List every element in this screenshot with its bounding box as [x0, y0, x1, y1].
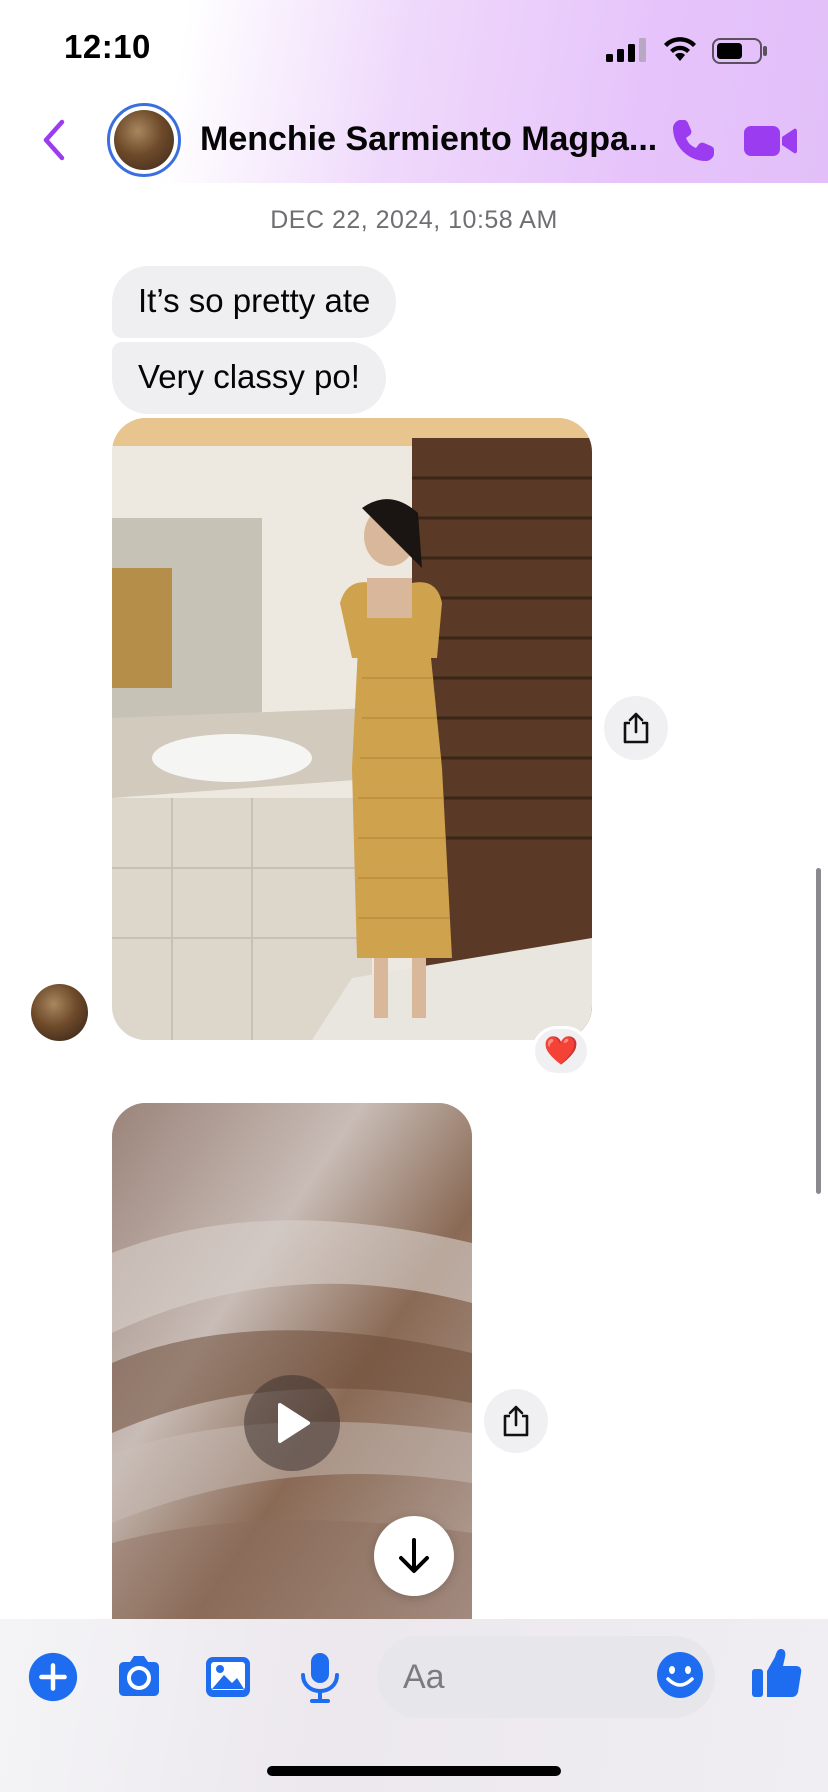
heart-reaction[interactable]: ❤️: [532, 1026, 590, 1076]
wifi-icon: [664, 37, 696, 61]
heart-reaction-emoji: ❤️: [543, 1035, 579, 1066]
back-button[interactable]: [36, 116, 72, 164]
phone-icon[interactable]: [668, 116, 718, 166]
photo-image: [112, 418, 592, 1040]
thumbs-up-icon[interactable]: [748, 1645, 804, 1701]
video-camera-icon[interactable]: [742, 120, 798, 162]
play-icon: [278, 1403, 310, 1443]
battery-icon: [712, 38, 767, 64]
plus-circle-icon[interactable]: [28, 1652, 78, 1702]
scrollbar[interactable]: [816, 868, 821, 1194]
message-bubble[interactable]: Very classy po!: [112, 342, 386, 414]
home-indicator[interactable]: [267, 1766, 561, 1776]
share-button[interactable]: [484, 1389, 548, 1453]
chat-header: Menchie Sarmiento Magpa...: [0, 100, 828, 183]
play-button[interactable]: [244, 1375, 340, 1471]
status-bar: 12:10: [0, 0, 828, 100]
status-icons: [606, 34, 796, 66]
contact-name[interactable]: Menchie Sarmiento Magpa...: [200, 120, 670, 159]
contact-avatar[interactable]: [107, 103, 181, 177]
contact-avatar-image: [114, 110, 174, 170]
sender-avatar[interactable]: [31, 984, 88, 1041]
cellular-signal-icon: [606, 38, 646, 62]
scroll-to-bottom-button[interactable]: [374, 1516, 454, 1596]
camera-icon[interactable]: [111, 1649, 167, 1705]
share-button[interactable]: [604, 696, 668, 760]
smiley-icon[interactable]: [656, 1651, 704, 1699]
message-bubble[interactable]: It’s so pretty ate: [112, 266, 397, 338]
top-area: 12:10 Menchie Sarmiento Magpa...: [0, 0, 828, 183]
share-icon: [503, 1405, 529, 1437]
message-timestamp: DEC 22, 2024, 10:58 AM: [270, 206, 558, 234]
share-icon: [623, 712, 649, 744]
arrow-down-icon: [399, 1538, 429, 1573]
status-time: 12:10: [64, 28, 151, 65]
gallery-icon[interactable]: [200, 1649, 256, 1705]
photo-attachment[interactable]: [112, 418, 592, 1040]
microphone-icon[interactable]: [292, 1649, 348, 1705]
